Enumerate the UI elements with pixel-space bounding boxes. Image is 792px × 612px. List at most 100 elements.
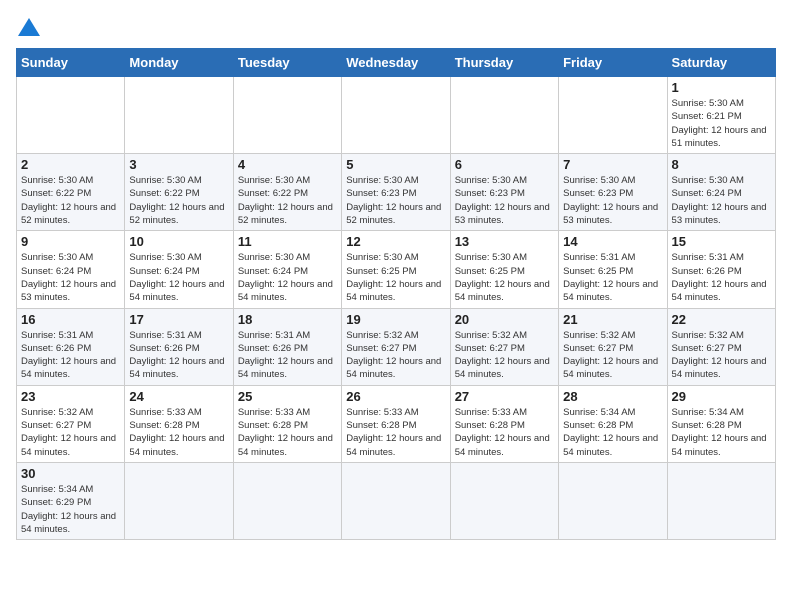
day-info: Sunrise: 5:33 AM Sunset: 6:28 PM Dayligh… (238, 406, 337, 459)
header (16, 16, 776, 38)
calendar-cell: 12 Sunrise: 5:30 AM Sunset: 6:25 PM Dayli… (342, 231, 450, 308)
calendar-cell: 23Sunrise: 5:32 AM Sunset: 6:27 PM Dayli… (17, 385, 125, 462)
calendar-cell (667, 462, 775, 539)
day-info: Sunrise: 5:30 AM Sunset: 6:22 PM Dayligh… (238, 174, 337, 227)
calendar-cell (342, 462, 450, 539)
calendar-cell: 14 Sunrise: 5:31 AM Sunset: 6:25 PM Dayli… (559, 231, 667, 308)
day-info: Sunrise: 5:30 AM Sunset: 6:23 PM Dayligh… (455, 174, 554, 227)
day-info: Sunrise: 5:33 AM Sunset: 6:28 PM Dayligh… (346, 406, 445, 459)
day-number: 27 (455, 389, 554, 404)
calendar-cell: 8 Sunrise: 5:30 AM Sunset: 6:24 PM Daylig… (667, 154, 775, 231)
calendar-cell: 3 Sunrise: 5:30 AM Sunset: 6:22 PM Daylig… (125, 154, 233, 231)
calendar-cell (559, 462, 667, 539)
day-number: 22 (672, 312, 771, 327)
calendar-week-row: 1 Sunrise: 5:30 AM Sunset: 6:21 PM Daylig… (17, 77, 776, 154)
calendar-cell: 6Sunrise: 5:30 AM Sunset: 6:23 PM Daylig… (450, 154, 558, 231)
logo (16, 16, 40, 38)
day-number: 1 (672, 80, 771, 95)
day-number: 14 (563, 234, 662, 249)
day-number: 20 (455, 312, 554, 327)
logo-icon (16, 16, 40, 38)
calendar-cell: 10Sunrise: 5:30 AM Sunset: 6:24 PM Dayli… (125, 231, 233, 308)
calendar-cell (342, 77, 450, 154)
column-header-tuesday: Tuesday (233, 49, 341, 77)
day-number: 29 (672, 389, 771, 404)
day-number: 13 (455, 234, 554, 249)
day-info: Sunrise: 5:34 AM Sunset: 6:29 PM Dayligh… (21, 483, 120, 536)
calendar-week-row: 30Sunrise: 5:34 AM Sunset: 6:29 PM Dayli… (17, 462, 776, 539)
calendar-cell (125, 462, 233, 539)
day-number: 24 (129, 389, 228, 404)
day-info: Sunrise: 5:31 AM Sunset: 6:26 PM Dayligh… (672, 251, 771, 304)
day-info: Sunrise: 5:31 AM Sunset: 6:26 PM Dayligh… (129, 329, 228, 382)
day-info: Sunrise: 5:30 AM Sunset: 6:24 PM Dayligh… (238, 251, 337, 304)
day-info: Sunrise: 5:32 AM Sunset: 6:27 PM Dayligh… (455, 329, 554, 382)
day-info: Sunrise: 5:30 AM Sunset: 6:24 PM Dayligh… (21, 251, 120, 304)
calendar-cell: 18Sunrise: 5:31 AM Sunset: 6:26 PM Dayli… (233, 308, 341, 385)
calendar-cell: 1 Sunrise: 5:30 AM Sunset: 6:21 PM Daylig… (667, 77, 775, 154)
day-number: 15 (672, 234, 771, 249)
day-info: Sunrise: 5:30 AM Sunset: 6:23 PM Dayligh… (563, 174, 662, 227)
calendar-week-row: 2 Sunrise: 5:30 AM Sunset: 6:22 PM Daylig… (17, 154, 776, 231)
day-info: Sunrise: 5:33 AM Sunset: 6:28 PM Dayligh… (455, 406, 554, 459)
calendar-cell: 7 Sunrise: 5:30 AM Sunset: 6:23 PM Daylig… (559, 154, 667, 231)
calendar-week-row: 9 Sunrise: 5:30 AM Sunset: 6:24 PM Daylig… (17, 231, 776, 308)
calendar-cell: 21 Sunrise: 5:32 AM Sunset: 6:27 PM Dayli… (559, 308, 667, 385)
day-info: Sunrise: 5:31 AM Sunset: 6:25 PM Dayligh… (563, 251, 662, 304)
calendar-cell: 28Sunrise: 5:34 AM Sunset: 6:28 PM Dayli… (559, 385, 667, 462)
day-number: 2 (21, 157, 120, 172)
day-info: Sunrise: 5:33 AM Sunset: 6:28 PM Dayligh… (129, 406, 228, 459)
day-info: Sunrise: 5:30 AM Sunset: 6:22 PM Dayligh… (21, 174, 120, 227)
calendar-cell: 9 Sunrise: 5:30 AM Sunset: 6:24 PM Daylig… (17, 231, 125, 308)
calendar-cell (125, 77, 233, 154)
day-number: 16 (21, 312, 120, 327)
calendar-cell (559, 77, 667, 154)
day-number: 9 (21, 234, 120, 249)
day-info: Sunrise: 5:32 AM Sunset: 6:27 PM Dayligh… (563, 329, 662, 382)
calendar-cell: 25Sunrise: 5:33 AM Sunset: 6:28 PM Dayli… (233, 385, 341, 462)
day-number: 10 (129, 234, 228, 249)
day-number: 21 (563, 312, 662, 327)
day-number: 26 (346, 389, 445, 404)
calendar-table: SundayMondayTuesdayWednesdayThursdayFrid… (16, 48, 776, 540)
day-info: Sunrise: 5:30 AM Sunset: 6:23 PM Dayligh… (346, 174, 445, 227)
day-info: Sunrise: 5:30 AM Sunset: 6:24 PM Dayligh… (672, 174, 771, 227)
column-header-sunday: Sunday (17, 49, 125, 77)
calendar-cell (450, 77, 558, 154)
calendar-cell: 26 Sunrise: 5:33 AM Sunset: 6:28 PM Dayli… (342, 385, 450, 462)
calendar-cell: 15 Sunrise: 5:31 AM Sunset: 6:26 PM Dayli… (667, 231, 775, 308)
logo-triangle-icon (18, 16, 40, 38)
day-number: 8 (672, 157, 771, 172)
calendar-week-row: 16 Sunrise: 5:31 AM Sunset: 6:26 PM Dayli… (17, 308, 776, 385)
column-header-wednesday: Wednesday (342, 49, 450, 77)
calendar-cell (233, 462, 341, 539)
column-header-saturday: Saturday (667, 49, 775, 77)
day-number: 4 (238, 157, 337, 172)
calendar-week-row: 23Sunrise: 5:32 AM Sunset: 6:27 PM Dayli… (17, 385, 776, 462)
day-number: 28 (563, 389, 662, 404)
day-info: Sunrise: 5:30 AM Sunset: 6:21 PM Dayligh… (672, 97, 771, 150)
calendar-cell: 17 Sunrise: 5:31 AM Sunset: 6:26 PM Dayli… (125, 308, 233, 385)
day-info: Sunrise: 5:30 AM Sunset: 6:25 PM Dayligh… (455, 251, 554, 304)
day-info: Sunrise: 5:30 AM Sunset: 6:22 PM Dayligh… (129, 174, 228, 227)
day-info: Sunrise: 5:34 AM Sunset: 6:28 PM Dayligh… (672, 406, 771, 459)
day-number: 11 (238, 234, 337, 249)
day-number: 3 (129, 157, 228, 172)
calendar-cell: 4 Sunrise: 5:30 AM Sunset: 6:22 PM Daylig… (233, 154, 341, 231)
day-info: Sunrise: 5:32 AM Sunset: 6:27 PM Dayligh… (346, 329, 445, 382)
day-number: 17 (129, 312, 228, 327)
day-number: 12 (346, 234, 445, 249)
day-info: Sunrise: 5:31 AM Sunset: 6:26 PM Dayligh… (21, 329, 120, 382)
calendar-cell: 30Sunrise: 5:34 AM Sunset: 6:29 PM Dayli… (17, 462, 125, 539)
day-number: 23 (21, 389, 120, 404)
day-info: Sunrise: 5:32 AM Sunset: 6:27 PM Dayligh… (672, 329, 771, 382)
day-number: 18 (238, 312, 337, 327)
calendar-header-row: SundayMondayTuesdayWednesdayThursdayFrid… (17, 49, 776, 77)
day-number: 7 (563, 157, 662, 172)
column-header-monday: Monday (125, 49, 233, 77)
day-info: Sunrise: 5:30 AM Sunset: 6:25 PM Dayligh… (346, 251, 445, 304)
day-number: 19 (346, 312, 445, 327)
calendar-cell: 20 Sunrise: 5:32 AM Sunset: 6:27 PM Dayli… (450, 308, 558, 385)
calendar-cell: 11 Sunrise: 5:30 AM Sunset: 6:24 PM Dayli… (233, 231, 341, 308)
calendar-cell: 22 Sunrise: 5:32 AM Sunset: 6:27 PM Dayli… (667, 308, 775, 385)
